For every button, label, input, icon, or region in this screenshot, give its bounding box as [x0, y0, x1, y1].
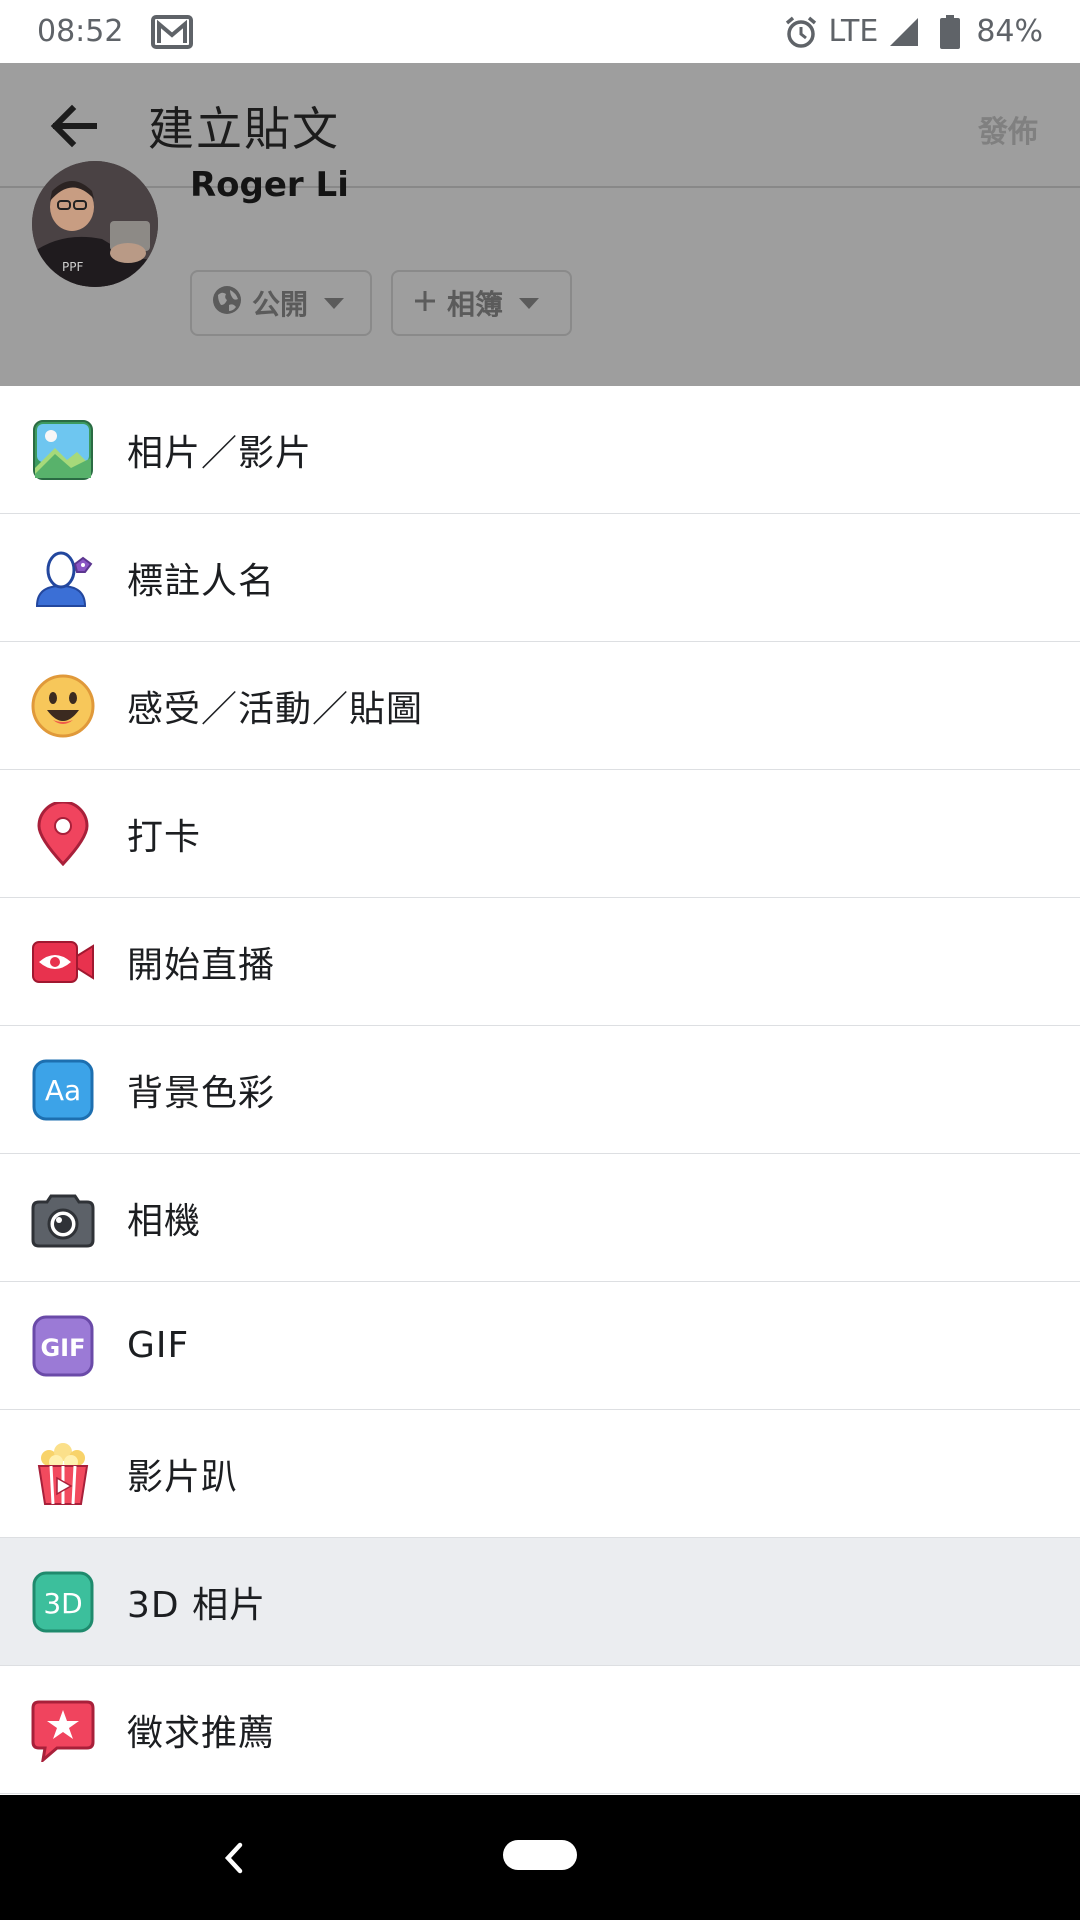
user-name: Roger Li	[190, 165, 349, 205]
back-arrow-icon[interactable]	[48, 103, 98, 149]
option-label: 3D 相片	[127, 1584, 267, 1626]
gif-icon: GIF	[31, 1314, 95, 1378]
option-label: 相機	[127, 1200, 202, 1242]
option-feeling[interactable]: 感受／活動／貼圖	[0, 642, 1080, 770]
photo-video-icon	[31, 418, 95, 482]
option-label: 感受／活動／貼圖	[127, 688, 424, 730]
system-nav-bar	[0, 1795, 1080, 1920]
background-color-icon: Aa	[31, 1058, 95, 1122]
app-bar: 建立貼文 發佈	[0, 63, 1080, 188]
watch-party-icon	[31, 1442, 95, 1506]
album-selector[interactable]: 相簿	[391, 270, 572, 336]
publish-button[interactable]: 發佈	[978, 107, 1038, 151]
ask-recommendations-icon	[31, 1698, 95, 1762]
3d-photo-icon: 3D	[31, 1570, 95, 1634]
gmail-icon	[151, 14, 194, 49]
post-options-list: 相片／影片 標註人名 感受／活動／貼圖 打卡 開始直播 Aa 背景色彩 相機 G…	[0, 386, 1080, 1794]
battery-icon	[940, 14, 961, 49]
option-ask-recommendations[interactable]: 徵求推薦	[0, 1666, 1080, 1794]
page-title: 建立貼文	[148, 102, 340, 156]
check-in-icon	[31, 802, 95, 866]
nav-home-button[interactable]	[503, 1840, 577, 1870]
status-time: 08:52	[37, 14, 124, 49]
alarm-icon	[784, 15, 818, 49]
privacy-selector[interactable]: 公開	[190, 270, 372, 336]
option-tag-people[interactable]: 標註人名	[0, 514, 1080, 642]
plus-icon	[413, 287, 437, 320]
option-watch-party[interactable]: 影片趴	[0, 1410, 1080, 1538]
avatar: PPF	[32, 161, 158, 287]
option-check-in[interactable]: 打卡	[0, 770, 1080, 898]
privacy-label: 公開	[252, 288, 309, 321]
chevron-down-icon	[324, 297, 345, 309]
option-label: 相片／影片	[127, 432, 313, 474]
battery-percent: 84%	[976, 14, 1043, 49]
option-label: 開始直播	[127, 944, 276, 986]
post-composer-header: 建立貼文 發佈 PPF Roger Li 公開 相簿	[0, 63, 1080, 386]
option-label: 標註人名	[127, 560, 276, 602]
option-label: 打卡	[127, 816, 202, 858]
svg-text:PPF: PPF	[62, 260, 83, 274]
feeling-icon	[31, 674, 95, 738]
option-label: GIF	[127, 1325, 190, 1366]
network-type: LTE	[828, 14, 879, 49]
globe-icon	[212, 285, 242, 322]
svg-text:Aa: Aa	[45, 1074, 81, 1107]
nav-back-icon[interactable]	[214, 1835, 254, 1881]
option-gif[interactable]: GIF GIF	[0, 1282, 1080, 1410]
tag-people-icon	[31, 546, 95, 610]
camera-icon	[31, 1186, 95, 1250]
chevron-down-icon	[519, 297, 540, 309]
option-background-color[interactable]: Aa 背景色彩	[0, 1026, 1080, 1154]
option-label: 影片趴	[127, 1456, 239, 1498]
svg-text:GIF: GIF	[40, 1334, 85, 1362]
option-3d-photo[interactable]: 3D 3D 相片	[0, 1538, 1080, 1666]
status-bar: 08:52 LTE 84%	[0, 0, 1080, 63]
option-label: 背景色彩	[127, 1072, 276, 1114]
svg-text:3D: 3D	[43, 1587, 82, 1620]
album-label: 相簿	[447, 288, 504, 321]
live-video-icon	[31, 930, 95, 994]
option-label: 徵求推薦	[127, 1712, 276, 1754]
option-camera[interactable]: 相機	[0, 1154, 1080, 1282]
option-photo-video[interactable]: 相片／影片	[0, 386, 1080, 514]
signal-icon	[888, 16, 920, 48]
option-live-video[interactable]: 開始直播	[0, 898, 1080, 1026]
